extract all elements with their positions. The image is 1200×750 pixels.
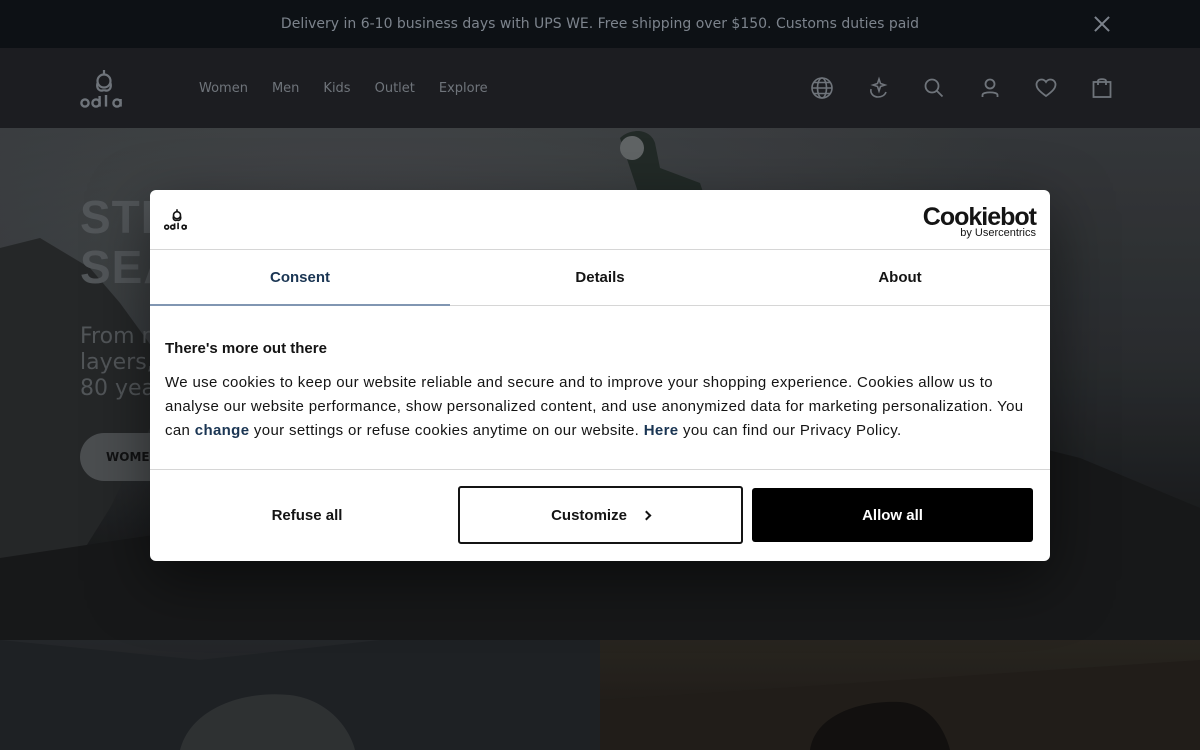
consent-text-part3: you can find our Privacy Policy. bbox=[678, 422, 902, 439]
cookiebot-brand[interactable]: Cookiebot by Usercentrics bbox=[923, 204, 1037, 239]
customize-label: Customize bbox=[551, 506, 627, 524]
allow-all-label: Allow all bbox=[862, 506, 923, 524]
consent-actions: Refuse all Customize Allow all bbox=[150, 470, 1050, 560]
consent-text: We use cookies to keep our website relia… bbox=[165, 371, 1035, 443]
consent-heading: There's more out there bbox=[165, 340, 327, 357]
consent-text-part2: your settings or refuse cookies anytime … bbox=[249, 422, 644, 439]
change-settings-link[interactable]: change bbox=[195, 422, 250, 439]
privacy-policy-link[interactable]: Here bbox=[644, 422, 679, 439]
cookie-consent-dialog: Cookiebot by Usercentrics Consent Detail… bbox=[150, 190, 1050, 561]
refuse-all-button[interactable]: Refuse all bbox=[166, 486, 448, 544]
dialog-header: Cookiebot by Usercentrics bbox=[150, 190, 1050, 250]
tab-consent[interactable]: Consent bbox=[150, 250, 450, 306]
consent-body: There's more out there We use cookies to… bbox=[150, 306, 1050, 470]
refuse-all-label: Refuse all bbox=[271, 506, 343, 524]
allow-all-button[interactable]: Allow all bbox=[752, 488, 1033, 542]
customize-button[interactable]: Customize bbox=[458, 486, 743, 544]
chevron-right-icon bbox=[641, 510, 652, 521]
consent-tabs: Consent Details About bbox=[150, 250, 1050, 306]
tab-details[interactable]: Details bbox=[450, 250, 750, 305]
odlo-small-logo bbox=[164, 209, 187, 230]
tab-about[interactable]: About bbox=[750, 250, 1050, 305]
